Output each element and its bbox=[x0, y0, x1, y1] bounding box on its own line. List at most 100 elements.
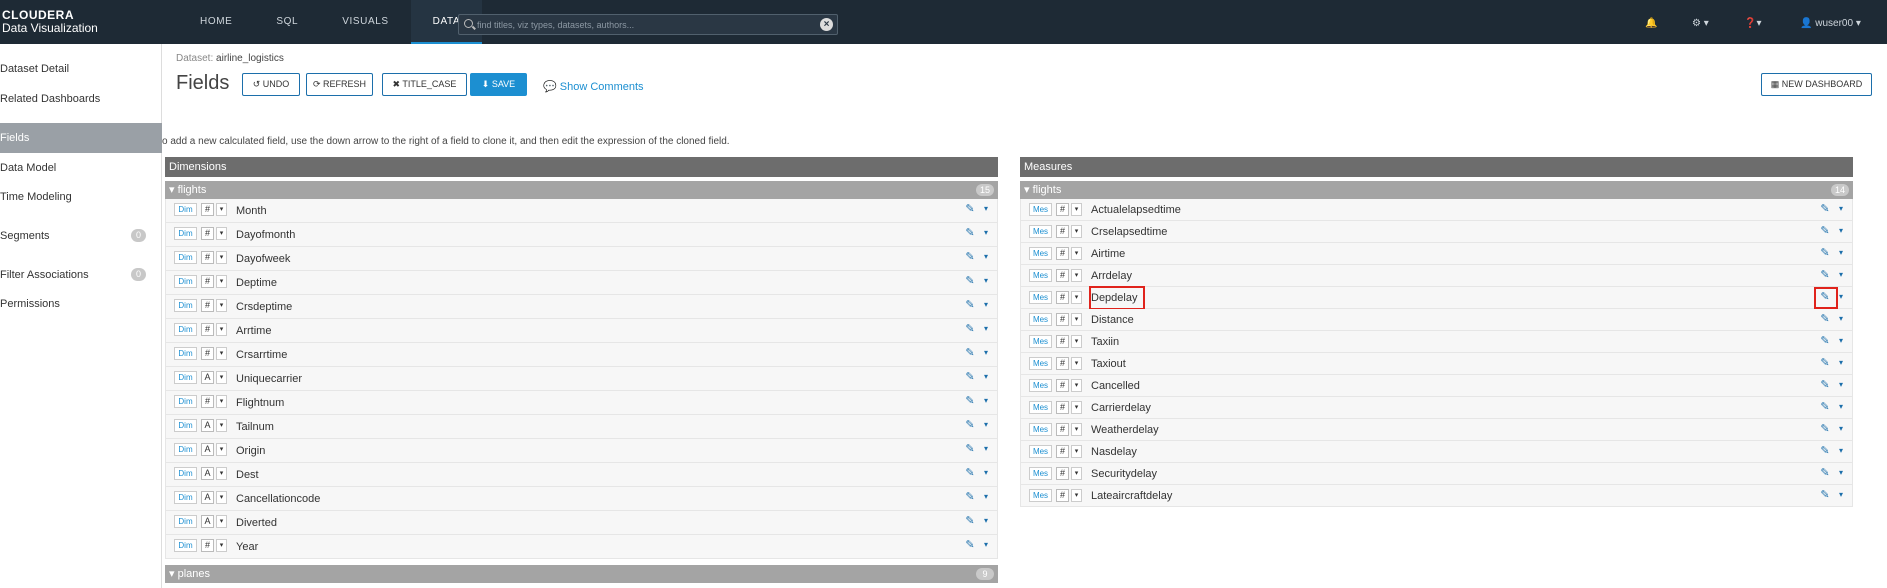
edit-pencil-icon[interactable]: ✎ bbox=[1818, 202, 1832, 216]
field-options-chevron-icon[interactable]: ▾ bbox=[1836, 202, 1846, 216]
type-dropdown-icon[interactable]: ▾ bbox=[216, 491, 227, 504]
edit-pencil-icon[interactable]: ✎ bbox=[1818, 312, 1832, 326]
field-role-tag[interactable]: Mes bbox=[1029, 247, 1052, 260]
edit-pencil-icon[interactable]: ✎ bbox=[1818, 378, 1832, 392]
clear-search-icon[interactable]: × bbox=[820, 18, 833, 31]
save-button[interactable]: ⬇ SAVE bbox=[470, 73, 527, 96]
type-dropdown-icon[interactable]: ▾ bbox=[216, 443, 227, 456]
edit-pencil-icon[interactable]: ✎ bbox=[1818, 488, 1832, 502]
field-role-tag[interactable]: Mes bbox=[1029, 269, 1052, 282]
edit-pencil-icon[interactable]: ✎ bbox=[963, 250, 977, 264]
measures-group-flights[interactable]: ▾ flights 14 bbox=[1020, 181, 1853, 199]
field-type-icon[interactable]: # bbox=[201, 299, 214, 312]
field-type-icon[interactable]: # bbox=[1056, 357, 1069, 370]
sidebar-item-related-dashboards[interactable]: Related Dashboards bbox=[0, 84, 162, 114]
type-dropdown-icon[interactable]: ▾ bbox=[1071, 335, 1082, 348]
user-menu[interactable]: 👤 wuser00 ▾ bbox=[1800, 0, 1861, 44]
field-type-icon[interactable]: # bbox=[1056, 467, 1069, 480]
field-role-tag[interactable]: Dim bbox=[174, 251, 197, 264]
field-type-icon[interactable]: # bbox=[1056, 489, 1069, 502]
edit-pencil-icon[interactable]: ✎ bbox=[963, 538, 977, 552]
type-dropdown-icon[interactable]: ▾ bbox=[216, 203, 227, 216]
type-dropdown-icon[interactable]: ▾ bbox=[216, 275, 227, 288]
edit-pencil-icon[interactable]: ✎ bbox=[1818, 268, 1832, 282]
field-type-icon[interactable]: A bbox=[201, 443, 214, 456]
type-dropdown-icon[interactable]: ▾ bbox=[1071, 423, 1082, 436]
field-type-icon[interactable]: A bbox=[201, 371, 214, 384]
field-options-chevron-icon[interactable]: ▾ bbox=[981, 394, 991, 408]
edit-pencil-icon[interactable]: ✎ bbox=[963, 274, 977, 288]
field-type-icon[interactable]: # bbox=[1056, 247, 1069, 260]
settings-gear-icon[interactable]: ⚙ ▾ bbox=[1692, 0, 1709, 44]
field-role-tag[interactable]: Mes bbox=[1029, 335, 1052, 348]
field-options-chevron-icon[interactable]: ▾ bbox=[1836, 400, 1846, 414]
field-role-tag[interactable]: Dim bbox=[174, 227, 197, 240]
type-dropdown-icon[interactable]: ▾ bbox=[1071, 291, 1082, 304]
edit-pencil-icon[interactable]: ✎ bbox=[1818, 466, 1832, 480]
field-type-icon[interactable]: A bbox=[201, 491, 214, 504]
field-type-icon[interactable]: # bbox=[201, 539, 214, 552]
sidebar-item-fields[interactable]: Fields bbox=[0, 123, 162, 153]
edit-pencil-icon[interactable]: ✎ bbox=[963, 226, 977, 240]
field-role-tag[interactable]: Dim bbox=[174, 515, 197, 528]
field-options-chevron-icon[interactable]: ▾ bbox=[1836, 246, 1846, 260]
field-options-chevron-icon[interactable]: ▾ bbox=[981, 274, 991, 288]
field-options-chevron-icon[interactable]: ▾ bbox=[981, 370, 991, 384]
field-type-icon[interactable]: A bbox=[201, 515, 214, 528]
field-role-tag[interactable]: Dim bbox=[174, 203, 197, 216]
field-type-icon[interactable]: # bbox=[201, 251, 214, 264]
field-options-chevron-icon[interactable]: ▾ bbox=[981, 538, 991, 552]
field-role-tag[interactable]: Mes bbox=[1029, 423, 1052, 436]
edit-pencil-icon[interactable]: ✎ bbox=[963, 442, 977, 456]
field-options-chevron-icon[interactable]: ▾ bbox=[981, 250, 991, 264]
field-options-chevron-icon[interactable]: ▾ bbox=[1836, 224, 1846, 238]
edit-pencil-icon[interactable]: ✎ bbox=[963, 514, 977, 528]
type-dropdown-icon[interactable]: ▾ bbox=[1071, 225, 1082, 238]
type-dropdown-icon[interactable]: ▾ bbox=[1071, 269, 1082, 282]
field-role-tag[interactable]: Dim bbox=[174, 419, 197, 432]
field-options-chevron-icon[interactable]: ▾ bbox=[981, 322, 991, 336]
field-role-tag[interactable]: Dim bbox=[174, 467, 197, 480]
notification-bell-icon[interactable]: 🔔 bbox=[1645, 0, 1657, 44]
nav-sql[interactable]: SQL bbox=[254, 0, 320, 44]
edit-pencil-icon[interactable]: ✎ bbox=[963, 418, 977, 432]
sidebar-item-dataset-detail[interactable]: Dataset Detail bbox=[0, 54, 162, 84]
show-comments-link[interactable]: 💬 Show Comments bbox=[543, 80, 644, 93]
type-dropdown-icon[interactable]: ▾ bbox=[1071, 445, 1082, 458]
type-dropdown-icon[interactable]: ▾ bbox=[1071, 203, 1082, 216]
type-dropdown-icon[interactable]: ▾ bbox=[216, 251, 227, 264]
field-role-tag[interactable]: Dim bbox=[174, 347, 197, 360]
field-role-tag[interactable]: Mes bbox=[1029, 489, 1052, 502]
field-role-tag[interactable]: Mes bbox=[1029, 291, 1052, 304]
edit-pencil-icon[interactable]: ✎ bbox=[963, 346, 977, 360]
field-type-icon[interactable]: # bbox=[1056, 203, 1069, 216]
field-type-icon[interactable]: # bbox=[1056, 313, 1069, 326]
field-type-icon[interactable]: # bbox=[201, 275, 214, 288]
field-type-icon[interactable]: # bbox=[201, 395, 214, 408]
field-role-tag[interactable]: Dim bbox=[174, 443, 197, 456]
field-role-tag[interactable]: Mes bbox=[1029, 379, 1052, 392]
type-dropdown-icon[interactable]: ▾ bbox=[216, 419, 227, 432]
type-dropdown-icon[interactable]: ▾ bbox=[216, 347, 227, 360]
type-dropdown-icon[interactable]: ▾ bbox=[1071, 379, 1082, 392]
field-type-icon[interactable]: # bbox=[1056, 401, 1069, 414]
nav-home[interactable]: HOME bbox=[178, 0, 254, 44]
search-input[interactable] bbox=[477, 17, 807, 32]
edit-pencil-icon[interactable]: ✎ bbox=[1818, 356, 1832, 370]
sidebar-item-filter-associations[interactable]: Filter Associations 0 bbox=[0, 260, 162, 290]
edit-pencil-icon[interactable]: ✎ bbox=[1818, 400, 1832, 414]
field-options-chevron-icon[interactable]: ▾ bbox=[981, 202, 991, 216]
type-dropdown-icon[interactable]: ▾ bbox=[216, 371, 227, 384]
field-type-icon[interactable]: # bbox=[201, 347, 214, 360]
field-type-icon[interactable]: A bbox=[201, 419, 214, 432]
edit-pencil-icon[interactable]: ✎ bbox=[1818, 224, 1832, 238]
field-type-icon[interactable]: # bbox=[1056, 379, 1069, 392]
type-dropdown-icon[interactable]: ▾ bbox=[216, 227, 227, 240]
sidebar-item-data-model[interactable]: Data Model bbox=[0, 153, 162, 183]
type-dropdown-icon[interactable]: ▾ bbox=[216, 467, 227, 480]
field-options-chevron-icon[interactable]: ▾ bbox=[981, 514, 991, 528]
field-role-tag[interactable]: Dim bbox=[174, 491, 197, 504]
field-type-icon[interactable]: # bbox=[1056, 225, 1069, 238]
field-role-tag[interactable]: Dim bbox=[174, 323, 197, 336]
field-type-icon[interactable]: A bbox=[201, 467, 214, 480]
